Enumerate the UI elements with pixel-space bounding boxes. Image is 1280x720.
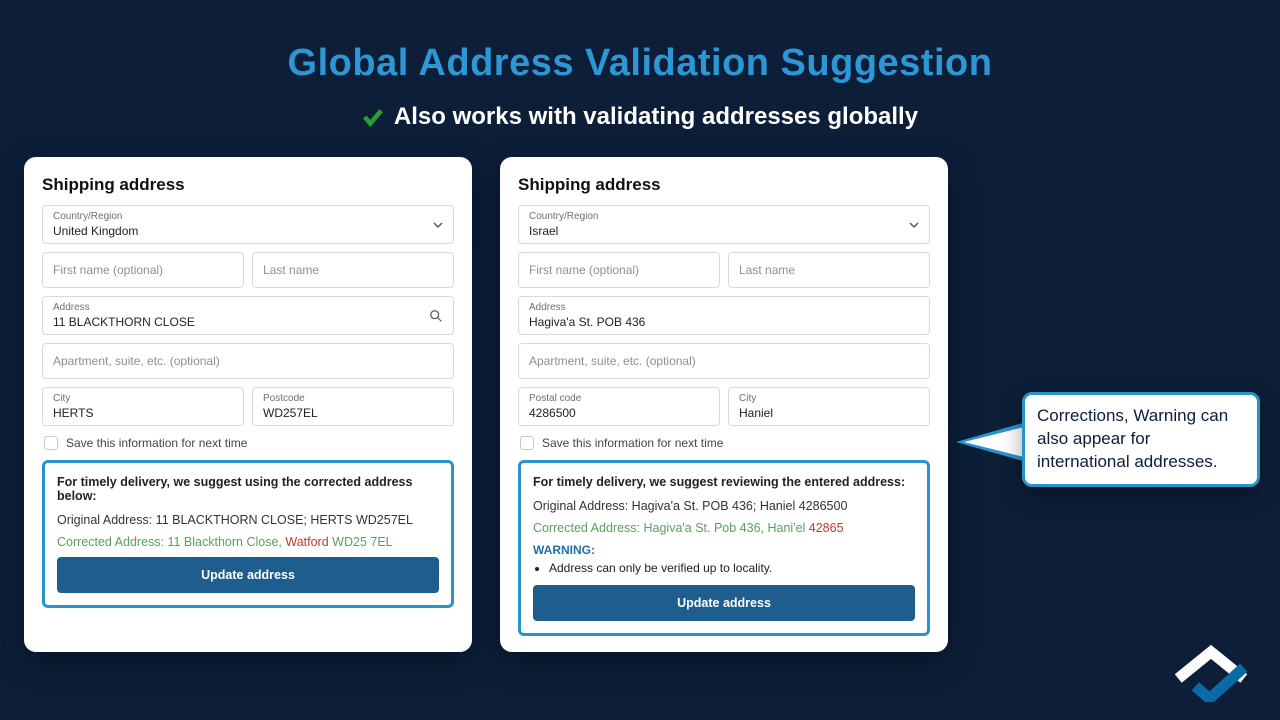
city-field[interactable]: City HERTS (42, 387, 244, 426)
search-icon[interactable] (429, 309, 443, 323)
checkmark-icon (362, 106, 384, 128)
suggestion-lead: For timely delivery, we suggest reviewin… (533, 475, 915, 489)
save-info-label: Save this information for next time (542, 436, 723, 450)
callout-box: Corrections, Warning can also appear for… (1022, 392, 1260, 487)
update-address-button[interactable]: Update address (57, 557, 439, 593)
postal-code-field[interactable]: Postal code 4286500 (518, 387, 720, 426)
page-title: Global Address Validation Suggestion (0, 0, 1280, 85)
address-value: 11 BLACKTHORN CLOSE (53, 315, 443, 329)
callout-pointer-icon (956, 422, 1026, 462)
save-info-checkbox[interactable] (44, 436, 58, 450)
address-field[interactable]: Address 11 BLACKTHORN CLOSE (42, 296, 454, 335)
shipping-card-il: Shipping address Country/Region Israel F… (500, 157, 948, 652)
address-field[interactable]: Address Hagiva'a St. POB 436 (518, 296, 930, 335)
original-address-line: Original Address: 11 BLACKTHORN CLOSE; H… (57, 513, 439, 527)
city-field[interactable]: City Haniel (728, 387, 930, 426)
original-address-line: Original Address: Hagiva'a St. POB 436; … (533, 499, 915, 513)
country-label: Country/Region (53, 212, 443, 222)
first-name-field[interactable]: First name (optional) (518, 252, 720, 288)
shipping-heading: Shipping address (42, 175, 454, 195)
chevron-down-icon (433, 220, 443, 230)
postcode-field[interactable]: Postcode WD257EL (252, 387, 454, 426)
warning-list: Address can only be verified up to local… (549, 561, 915, 575)
country-select[interactable]: Country/Region United Kingdom (42, 205, 454, 244)
suggestion-lead: For timely delivery, we suggest using th… (57, 475, 439, 503)
page-subtitle: Also works with validating addresses glo… (0, 103, 1280, 131)
country-value: United Kingdom (53, 224, 443, 238)
save-info-row: Save this information for next time (520, 436, 928, 450)
corrected-address-line: Corrected Address: Hagiva'a St. Pob 436,… (533, 521, 915, 535)
country-select[interactable]: Country/Region Israel (518, 205, 930, 244)
last-name-field[interactable]: Last name (252, 252, 454, 288)
first-name-field[interactable]: First name (optional) (42, 252, 244, 288)
shipping-heading: Shipping address (518, 175, 930, 195)
save-info-label: Save this information for next time (66, 436, 247, 450)
suggestion-panel-il: For timely delivery, we suggest reviewin… (518, 460, 930, 636)
subtitle-text: Also works with validating addresses glo… (394, 103, 918, 131)
save-info-checkbox[interactable] (520, 436, 534, 450)
apartment-field[interactable]: Apartment, suite, etc. (optional) (42, 343, 454, 379)
suggestion-panel-uk: For timely delivery, we suggest using th… (42, 460, 454, 608)
corrected-address-line: Corrected Address: 11 Blackthorn Close, … (57, 535, 439, 549)
address-label: Address (53, 303, 443, 313)
last-name-field[interactable]: Last name (728, 252, 930, 288)
warning-item: Address can only be verified up to local… (549, 561, 915, 575)
chevron-down-icon (909, 220, 919, 230)
shipping-card-uk: Shipping address Country/Region United K… (24, 157, 472, 652)
save-info-row: Save this information for next time (44, 436, 452, 450)
warning-heading: WARNING: (533, 543, 915, 557)
brand-logo-icon (1172, 644, 1250, 702)
update-address-button[interactable]: Update address (533, 585, 915, 621)
apartment-field[interactable]: Apartment, suite, etc. (optional) (518, 343, 930, 379)
